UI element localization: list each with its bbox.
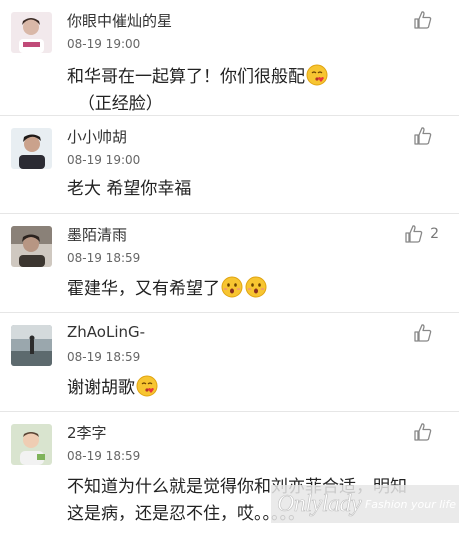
comment-author[interactable]: 墨陌清雨 xyxy=(67,224,127,245)
thumbs-up-icon xyxy=(413,323,433,343)
comment-author[interactable]: ZhAoLinG- xyxy=(67,323,145,341)
watermark-tagline: Fashion your life xyxy=(364,497,456,511)
avatar[interactable] xyxy=(11,12,52,53)
kiss-emoji-icon xyxy=(306,64,328,86)
avatar[interactable] xyxy=(11,128,52,169)
surprised-emoji-icon xyxy=(221,276,243,298)
comment-text: 和华哥在一起算了！你们很般配 （正经脸） xyxy=(67,64,417,118)
onlylady-watermark: Onlylady Fashion your life xyxy=(271,485,459,523)
comment-author[interactable]: 2李字 xyxy=(67,422,107,443)
kiss-emoji-icon xyxy=(136,375,158,397)
comment-text: 老大 希望你幸福 xyxy=(67,179,192,199)
like-button[interactable] xyxy=(413,422,439,442)
comment-author[interactable]: 你眼中催灿的星 xyxy=(67,10,172,31)
comment-item: ZhAoLinG- 08-19 18:59 谢谢胡歌 xyxy=(0,313,459,412)
comment-author[interactable]: 小小帅胡 xyxy=(67,126,127,147)
avatar[interactable] xyxy=(11,424,52,465)
comment-item: 你眼中催灿的星 08-19 19:00 和华哥在一起算了！你们很般配 （正经脸） xyxy=(0,0,459,116)
comment-time: 08-19 18:59 xyxy=(67,449,141,463)
like-button[interactable] xyxy=(413,10,439,30)
comment-time: 08-19 19:00 xyxy=(67,153,141,167)
comment-time: 08-19 18:59 xyxy=(67,251,141,265)
comment-time: 08-19 19:00 xyxy=(67,37,141,51)
thumbs-up-icon xyxy=(404,224,424,244)
watermark-brand: Onlylady xyxy=(277,490,362,517)
like-button[interactable] xyxy=(413,323,439,343)
like-button[interactable]: 2 xyxy=(404,224,439,244)
thumbs-up-icon xyxy=(413,126,433,146)
avatar[interactable] xyxy=(11,325,52,366)
comment-text: 霍建华，又有希望了 xyxy=(67,276,417,303)
like-button[interactable] xyxy=(413,126,439,146)
surprised-emoji-icon xyxy=(245,276,267,298)
comment-item: 小小帅胡 08-19 19:00 老大 希望你幸福 xyxy=(0,116,459,214)
like-count: 2 xyxy=(430,226,439,242)
comment-item: 墨陌清雨 08-19 18:59 2 霍建华，又有希望了 xyxy=(0,214,459,313)
thumbs-up-icon xyxy=(413,422,433,442)
comment-time: 08-19 18:59 xyxy=(67,350,141,364)
avatar[interactable] xyxy=(11,226,52,267)
thumbs-up-icon xyxy=(413,10,433,30)
comment-text: 谢谢胡歌 xyxy=(67,375,417,402)
